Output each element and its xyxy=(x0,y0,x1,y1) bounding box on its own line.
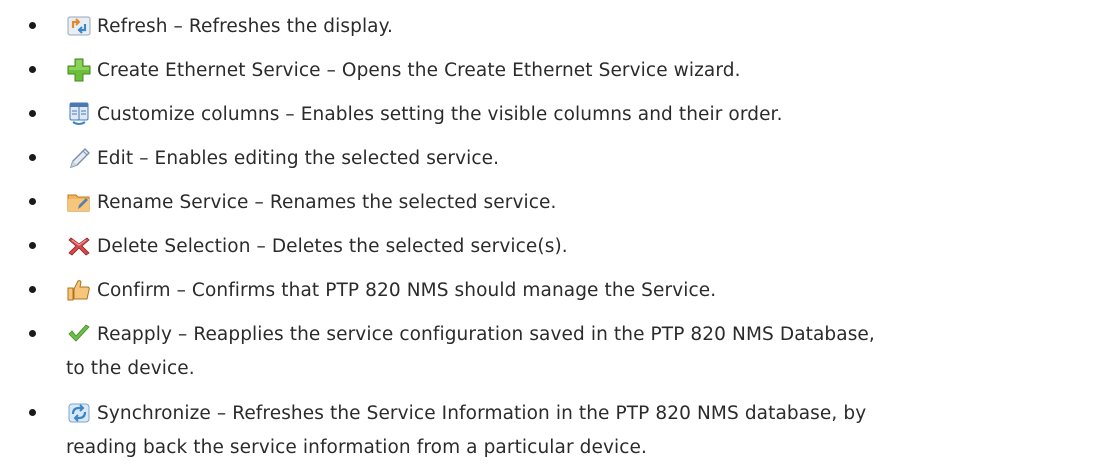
item-text-line-2: to the device. xyxy=(66,358,195,379)
bullet xyxy=(29,242,36,249)
bullet xyxy=(29,110,36,117)
bullet xyxy=(29,330,36,337)
list-item-refresh: Refresh – Refreshes the display. xyxy=(0,7,1100,51)
bullet xyxy=(29,409,36,416)
bullet xyxy=(29,198,36,205)
refresh-icon xyxy=(66,14,92,38)
pencil-icon xyxy=(66,146,92,170)
plus-icon xyxy=(66,58,92,82)
checkmark-icon xyxy=(66,322,92,346)
item-text-line-1: Synchronize – Refreshes the Service Info… xyxy=(97,403,867,424)
item-text: Rename Service – Renames the selected se… xyxy=(97,192,557,213)
list-item-rename-service: Rename Service – Renames the selected se… xyxy=(0,183,1100,227)
item-text: Reapply – Reapplies the service configur… xyxy=(66,321,875,383)
bullet xyxy=(29,286,36,293)
list-item-customize-columns: Customize columns – Enables setting the … xyxy=(0,95,1100,139)
list-item-delete-selection: Delete Selection – Deletes the selected … xyxy=(0,227,1100,271)
item-text: Customize columns – Enables setting the … xyxy=(97,104,783,125)
item-text: Synchronize – Refreshes the Service Info… xyxy=(66,400,867,462)
item-text: Refresh – Refreshes the display. xyxy=(97,16,394,37)
list-item-confirm: Confirm – Confirms that PTP 820 NMS shou… xyxy=(0,271,1100,315)
item-text-line-2: reading back the service information fro… xyxy=(66,437,647,458)
bullet xyxy=(29,154,36,161)
list-item-create-ethernet-service: Create Ethernet Service – Opens the Crea… xyxy=(0,51,1100,95)
item-text: Edit – Enables editing the selected serv… xyxy=(97,148,500,169)
folder-rename-icon xyxy=(66,190,92,214)
bullet xyxy=(29,22,36,29)
item-text: Delete Selection – Deletes the selected … xyxy=(97,236,568,257)
sync-icon xyxy=(66,401,92,425)
list-item-synchronize: Synchronize – Refreshes the Service Info… xyxy=(0,394,1100,464)
delete-x-icon xyxy=(66,234,92,258)
item-text-line-1: Reapply – Reapplies the service configur… xyxy=(97,324,875,345)
item-text: Confirm – Confirms that PTP 820 NMS shou… xyxy=(97,280,717,301)
list-item-edit: Edit – Enables editing the selected serv… xyxy=(0,139,1100,183)
list-item-reapply: Reapply – Reapplies the service configur… xyxy=(0,315,1100,379)
thumbs-up-icon xyxy=(66,278,92,302)
columns-icon xyxy=(66,102,92,126)
bullet xyxy=(29,66,36,73)
item-text: Create Ethernet Service – Opens the Crea… xyxy=(97,60,741,81)
